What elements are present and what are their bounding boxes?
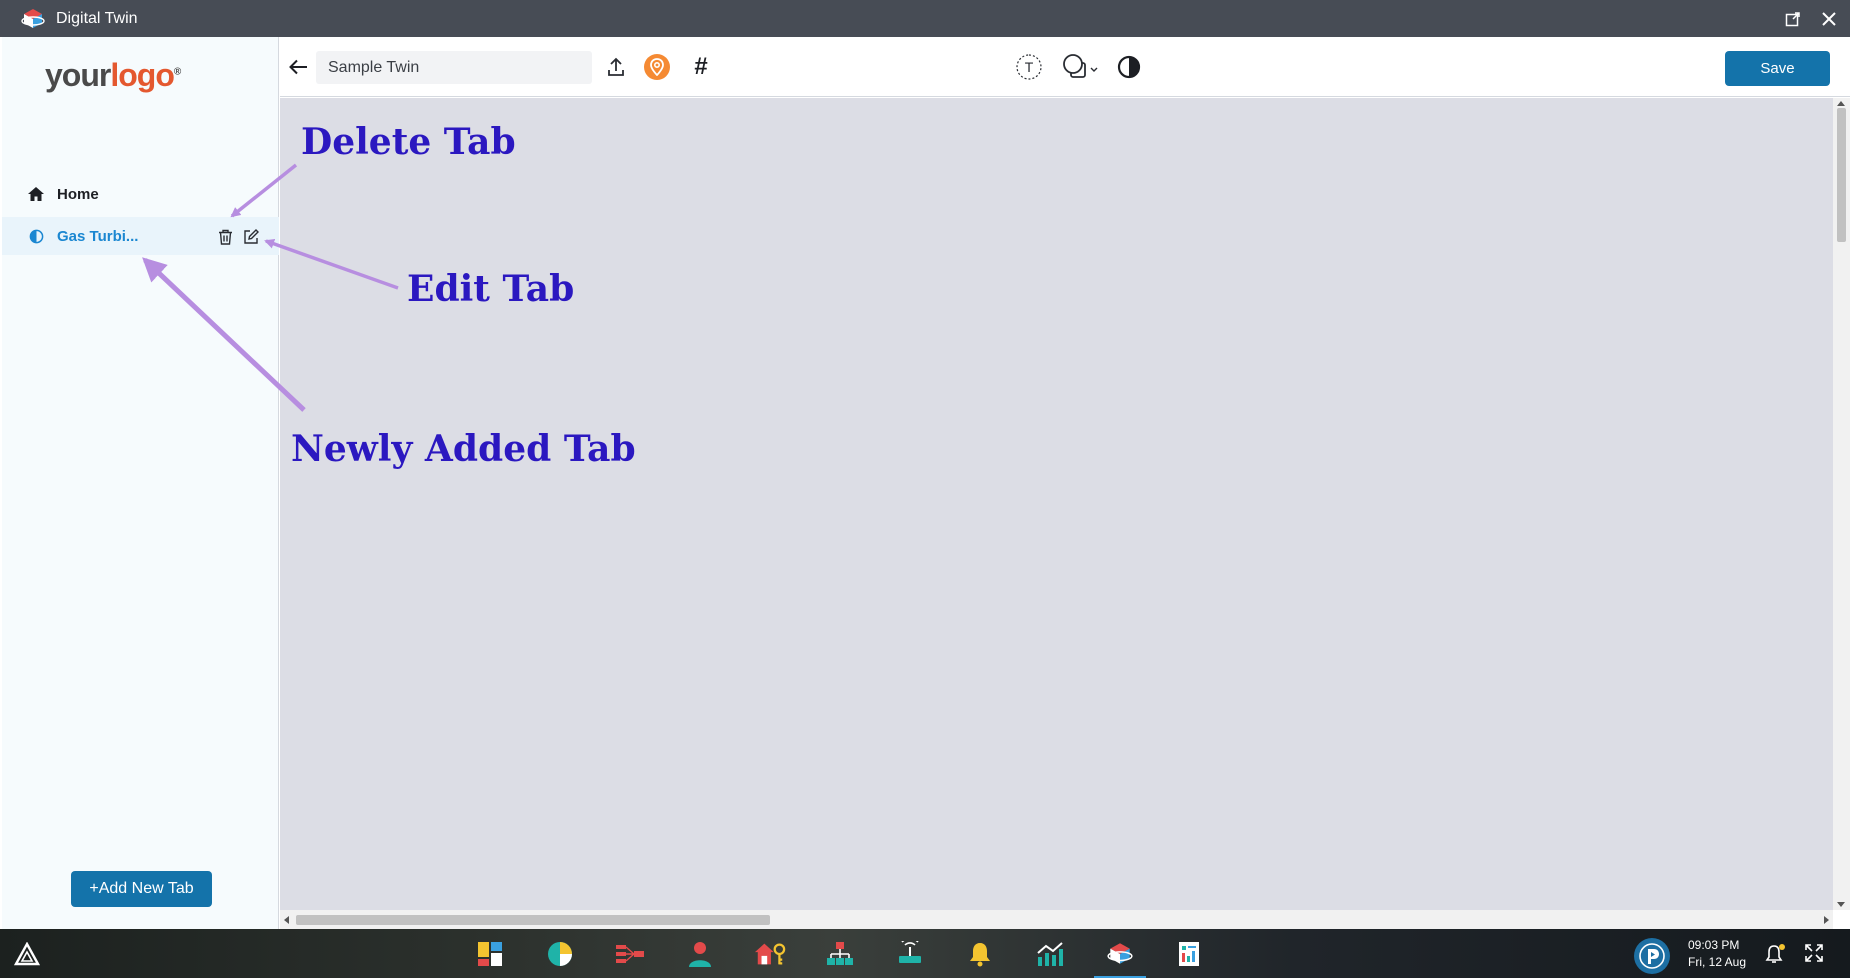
clock-time: 09:03 PM <box>1688 938 1740 952</box>
user-profile-app-icon[interactable] <box>684 938 716 970</box>
clock-date: Fri, 12 Aug <box>1688 955 1747 969</box>
horizontal-scrollbar[interactable] <box>280 910 1833 929</box>
fullscreen-icon[interactable] <box>1804 943 1826 965</box>
dashboard-app-icon[interactable] <box>474 938 506 970</box>
annotation-newly-added-tab: Newly Added Tab <box>291 428 636 470</box>
start-menu-icon[interactable] <box>13 941 41 966</box>
scroll-up-arrow[interactable] <box>1837 101 1845 106</box>
text-tool-icon[interactable]: T <box>1015 53 1043 81</box>
location-pin-icon[interactable] <box>644 54 670 80</box>
annotation-delete-tab: Delete Tab <box>301 121 516 163</box>
hashtag-icon[interactable]: # <box>688 53 714 80</box>
editor-toolbar: # T Save <box>280 37 1850 97</box>
back-arrow-icon[interactable] <box>285 55 311 79</box>
tab-actions <box>216 228 260 246</box>
scroll-down-arrow[interactable] <box>1837 902 1845 907</box>
report-app-icon[interactable] <box>1174 938 1206 970</box>
router-app-icon[interactable] <box>894 938 926 970</box>
notification-bell-icon[interactable] <box>1764 943 1786 965</box>
window-controls <box>1782 0 1840 37</box>
upload-icon[interactable] <box>604 54 628 80</box>
digital-twin-app-icon <box>20 6 46 32</box>
trash-icon[interactable] <box>216 228 234 246</box>
sidebar-item-label: Gas Turbi... <box>57 227 139 245</box>
bell-app-icon[interactable] <box>964 938 996 970</box>
analytics-app-icon[interactable] <box>1034 938 1066 970</box>
scroll-left-arrow[interactable] <box>284 916 289 924</box>
shapes-dropdown-icon[interactable] <box>1060 52 1102 82</box>
sidebar-item-label: Home <box>57 185 99 203</box>
edit-icon[interactable] <box>242 228 260 246</box>
company-logo: yourlogo® <box>45 57 181 93</box>
window-title: Digital Twin <box>56 9 138 27</box>
sidebar: yourlogo® Home Gas Turbi... +Add New Tab <box>2 37 279 929</box>
add-new-tab-button[interactable]: +Add New Tab <box>71 871 212 907</box>
taskbar-apps <box>474 938 1206 978</box>
window-titlebar: Digital Twin <box>0 0 1850 37</box>
taskbar-clock: 09:03 PM Fri, 12 Aug <box>1688 937 1746 971</box>
vertical-scrollbar[interactable] <box>1833 98 1850 910</box>
os-taskbar: 09:03 PM Fri, 12 Aug <box>0 929 1850 978</box>
close-icon[interactable] <box>1818 8 1840 30</box>
half-circle-icon <box>27 227 45 245</box>
user-avatar-icon[interactable] <box>1634 938 1670 974</box>
svg-text:T: T <box>1025 59 1034 75</box>
save-button[interactable]: Save <box>1725 51 1830 86</box>
scrollbar-thumb[interactable] <box>296 915 770 925</box>
popout-icon[interactable] <box>1782 8 1804 30</box>
home-icon <box>27 185 45 203</box>
workflow-app-icon[interactable] <box>614 938 646 970</box>
digital-twin-app-icon[interactable] <box>1094 938 1146 978</box>
annotation-edit-tab: Edit Tab <box>407 268 575 310</box>
pie-chart-app-icon[interactable] <box>544 938 576 970</box>
twin-name-input[interactable] <box>316 51 592 84</box>
scrollbar-thumb[interactable] <box>1837 108 1846 242</box>
sidebar-item-home[interactable]: Home <box>2 175 279 213</box>
hierarchy-app-icon[interactable] <box>824 938 856 970</box>
contrast-icon[interactable] <box>1116 53 1142 81</box>
home-key-app-icon[interactable] <box>754 938 786 970</box>
editor-canvas[interactable] <box>280 98 1833 910</box>
scroll-right-arrow[interactable] <box>1824 916 1829 924</box>
sidebar-item-gas-turbine[interactable]: Gas Turbi... <box>2 217 279 255</box>
